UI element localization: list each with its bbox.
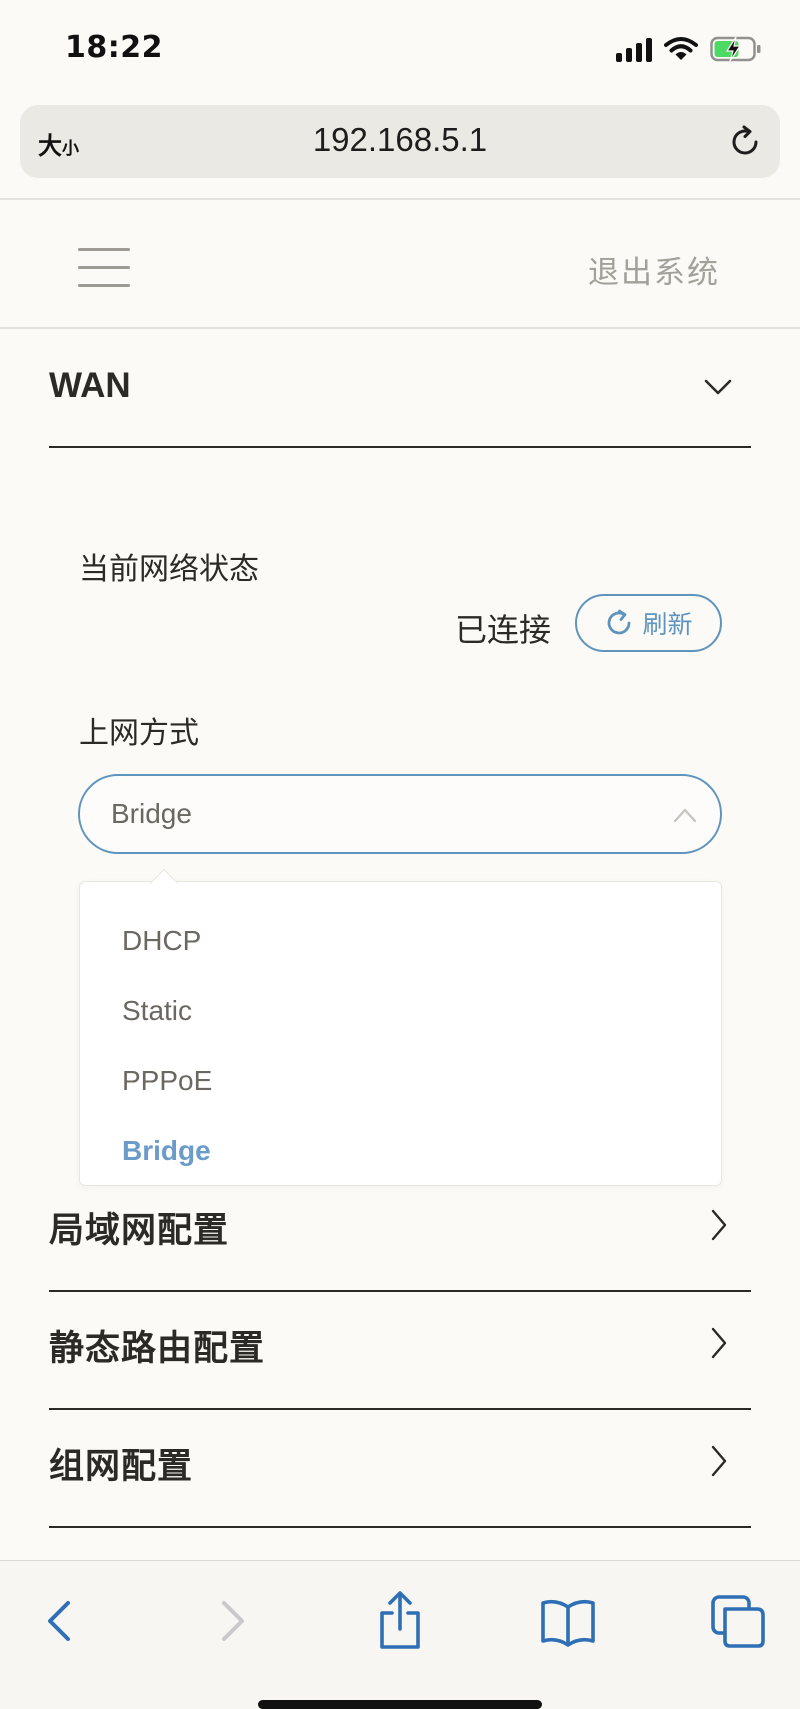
share-icon[interactable] bbox=[370, 1591, 430, 1651]
refresh-label: 刷新 bbox=[642, 610, 693, 639]
access-mode-select[interactable]: Bridge bbox=[78, 774, 722, 854]
wan-section-title[interactable]: WAN bbox=[49, 366, 131, 406]
signal-icon bbox=[616, 36, 652, 62]
status-time: 18:22 bbox=[65, 30, 163, 65]
chevron-right-icon bbox=[711, 1327, 727, 1359]
wifi-icon bbox=[664, 37, 698, 60]
forward-icon[interactable] bbox=[202, 1591, 262, 1651]
wan-divider bbox=[49, 446, 751, 448]
logout-link[interactable]: 退出系统 bbox=[588, 247, 720, 292]
chevron-up-icon bbox=[673, 808, 697, 823]
access-mode-select-value: Bridge bbox=[111, 798, 192, 829]
section-label: 组网配置 bbox=[49, 1447, 194, 1487]
section-row-mesh-config[interactable]: 组网配置 bbox=[49, 1410, 751, 1528]
section-label: 局域网配置 bbox=[49, 1211, 230, 1251]
tabs-icon[interactable] bbox=[708, 1591, 768, 1651]
url-text[interactable]: 192.168.5.1 bbox=[20, 121, 780, 159]
header-divider bbox=[0, 327, 800, 329]
chevron-right-icon bbox=[711, 1209, 727, 1241]
section-label: 静态路由配置 bbox=[49, 1329, 266, 1369]
network-status-label: 当前网络状态 bbox=[79, 552, 259, 587]
dropdown-option-pppoe[interactable]: PPPoE bbox=[122, 1065, 212, 1097]
back-icon[interactable] bbox=[30, 1591, 90, 1651]
status-bar: 18:22 bbox=[0, 0, 800, 100]
menu-icon[interactable] bbox=[78, 248, 130, 288]
status-icons bbox=[616, 36, 762, 62]
section-row-lan-config[interactable]: 局域网配置 bbox=[49, 1174, 751, 1292]
chevron-right-icon bbox=[711, 1445, 727, 1477]
dropdown-option-dhcp[interactable]: DHCP bbox=[122, 925, 201, 957]
chevron-down-icon[interactable] bbox=[703, 375, 733, 399]
battery-charging-icon bbox=[710, 36, 761, 62]
top-divider bbox=[0, 198, 800, 200]
access-mode-dropdown: DHCP Static PPPoE Bridge bbox=[79, 881, 722, 1186]
access-mode-label: 上网方式 bbox=[79, 716, 199, 751]
address-bar[interactable]: 大小 192.168.5.1 bbox=[20, 105, 780, 178]
refresh-button[interactable]: 刷新 bbox=[575, 594, 722, 652]
home-indicator bbox=[258, 1700, 542, 1709]
dropdown-option-bridge[interactable]: Bridge bbox=[122, 1135, 211, 1167]
browser-toolbar bbox=[0, 1561, 800, 1709]
section-row-static-route-config[interactable]: 静态路由配置 bbox=[49, 1292, 751, 1410]
refresh-icon bbox=[608, 609, 631, 635]
reload-icon[interactable] bbox=[726, 123, 764, 161]
bookmarks-icon[interactable] bbox=[538, 1591, 598, 1651]
dropdown-option-static[interactable]: Static bbox=[122, 995, 192, 1027]
row-divider bbox=[49, 1526, 751, 1528]
network-status-value: 已连接 bbox=[455, 611, 552, 649]
